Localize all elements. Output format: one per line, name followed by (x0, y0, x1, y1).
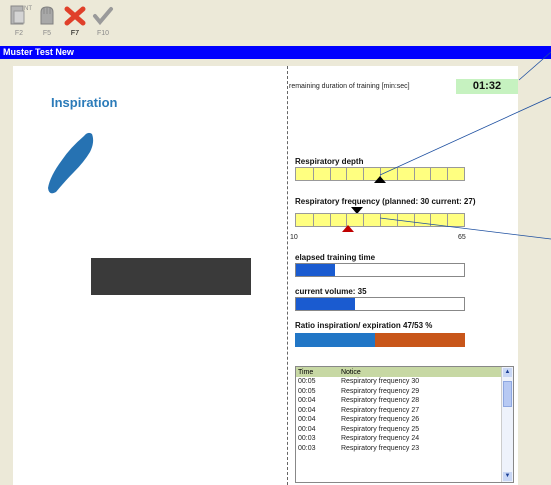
timer-leader-line (518, 51, 551, 81)
frequency-leader-line (379, 217, 551, 240)
annotation-lines (379, 51, 551, 240)
depth-leader-line (379, 96, 551, 176)
